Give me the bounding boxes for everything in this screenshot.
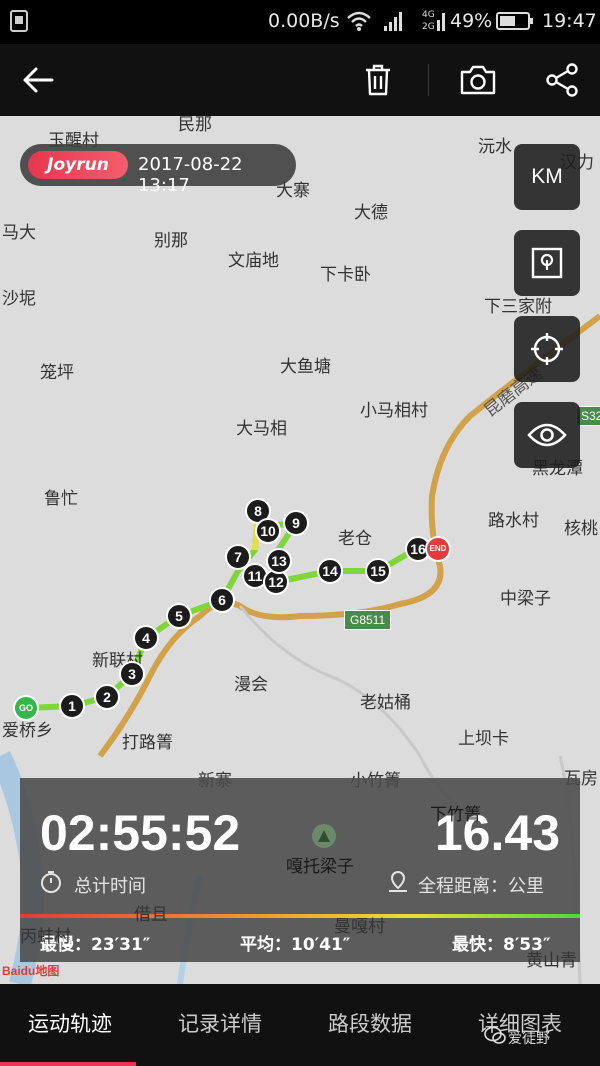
locate-button[interactable] bbox=[514, 316, 580, 382]
delete-button[interactable] bbox=[356, 58, 400, 102]
joyrun-logo: Joyrun bbox=[28, 151, 128, 179]
road-badge: G8511 bbox=[344, 610, 392, 630]
back-arrow-icon bbox=[23, 67, 54, 93]
network-type-bottom: 2G bbox=[422, 22, 435, 32]
total-distance-label: 全程距离：公里 bbox=[418, 876, 544, 897]
route-marker[interactable]: 10 bbox=[255, 518, 281, 544]
place-label: 曼嘎村 bbox=[334, 917, 385, 937]
pace-gradient-bar bbox=[20, 914, 580, 918]
place-label: 路水村 bbox=[488, 511, 539, 531]
toolbar bbox=[0, 44, 600, 116]
map-layer-button[interactable] bbox=[514, 230, 580, 296]
place-label: 沅水 bbox=[478, 137, 512, 157]
network-speed: 0.00B/s bbox=[268, 10, 340, 32]
place-label: 大鱼塘 bbox=[280, 357, 331, 377]
route-marker[interactable]: 6 bbox=[209, 587, 235, 613]
network-type-top: 4G bbox=[422, 10, 435, 20]
location-pin-icon bbox=[389, 870, 407, 892]
unit-toggle-button[interactable]: KM bbox=[514, 144, 580, 210]
battery-icon bbox=[496, 12, 533, 30]
place-label: 核桃 bbox=[564, 519, 598, 539]
battery-percent: 49% bbox=[450, 10, 493, 32]
tab-segment-data[interactable]: 路段数据 bbox=[328, 1008, 412, 1038]
baidu-map-logo: Baidu地图 bbox=[2, 962, 59, 982]
tab-record-details[interactable]: 记录详情 bbox=[178, 1008, 262, 1038]
bottom-tab-bar: 运动轨迹 记录详情 路段数据 详细图表 爱徒野 bbox=[0, 984, 600, 1066]
route-marker[interactable]: 4 bbox=[133, 625, 159, 651]
place-label: 老仓 bbox=[338, 529, 372, 549]
total-time-value: 02:55:52 bbox=[40, 805, 241, 861]
route-marker[interactable]: 15 bbox=[365, 558, 391, 584]
place-label: 下卡卧 bbox=[320, 265, 371, 285]
place-label: 借且 bbox=[134, 905, 168, 925]
share-button[interactable] bbox=[540, 58, 584, 102]
camera-button[interactable] bbox=[456, 58, 500, 102]
active-tab-indicator bbox=[0, 1062, 136, 1066]
landmark-icon bbox=[312, 824, 336, 848]
place-label: 嘎托梁子 bbox=[286, 857, 354, 877]
signal-icon bbox=[384, 12, 402, 31]
wechat-icon bbox=[484, 1026, 506, 1044]
watermark: 爱徒野 bbox=[508, 1031, 550, 1047]
route-marker[interactable]: 5 bbox=[166, 603, 192, 629]
locate-icon bbox=[531, 333, 563, 365]
place-label: 笼坪 bbox=[40, 363, 74, 383]
route-marker[interactable]: 9 bbox=[283, 510, 309, 536]
place-label: 漫会 bbox=[234, 675, 268, 695]
place-label: 马大 bbox=[2, 223, 36, 243]
route-marker[interactable]: 1 bbox=[59, 693, 85, 719]
place-label: 鲁忙 bbox=[44, 489, 78, 509]
route-marker[interactable]: 2 bbox=[94, 684, 120, 710]
total-time-label: 总计时间 bbox=[74, 876, 146, 897]
place-label: 文庙地 bbox=[228, 251, 279, 271]
route-marker[interactable]: 3 bbox=[119, 661, 145, 687]
end-marker[interactable]: END bbox=[425, 536, 451, 562]
clock: 19:47 bbox=[542, 10, 597, 32]
stats-panel: 02:55:52 16.43 总计时间 全程距离：公里 嘎托梁子 下竹箐 最慢：… bbox=[20, 778, 580, 962]
toolbar-divider bbox=[428, 64, 429, 96]
tab-track[interactable]: 运动轨迹 bbox=[28, 1008, 112, 1038]
place-label: 打路箐 bbox=[122, 733, 173, 753]
provider-logo-text: Baidu地图 bbox=[2, 964, 60, 978]
place-label: 大马相 bbox=[236, 419, 287, 439]
place-label: 黄山青 bbox=[526, 951, 577, 971]
signal-icon-2 bbox=[437, 13, 445, 31]
place-label: 大德 bbox=[354, 203, 388, 223]
place-label: 小马相村 bbox=[360, 401, 428, 421]
place-label: 下竹箐 bbox=[430, 805, 481, 825]
visibility-button[interactable] bbox=[514, 402, 580, 468]
status-bar: 0.00B/s 4G 2G 49% 19:47 bbox=[0, 0, 600, 44]
place-label: 中梁子 bbox=[500, 589, 551, 609]
unit-label: KM bbox=[531, 165, 563, 188]
stopwatch-icon bbox=[41, 871, 61, 893]
map-layer-icon bbox=[531, 247, 563, 279]
place-label: 上坝卡 bbox=[458, 729, 509, 749]
screenshot-icon bbox=[10, 10, 28, 32]
place-label: 沙坭 bbox=[2, 289, 36, 309]
place-label: 别那 bbox=[154, 231, 188, 251]
trash-icon bbox=[366, 64, 390, 96]
route-map[interactable]: 玉醒村 民那 沅水 汉力 大寨 马大 大德 别那 文庙地 下卡卧 沙坭 下三家附… bbox=[0, 116, 600, 984]
start-marker[interactable]: GO bbox=[13, 695, 39, 721]
place-label: 丙蚌村 bbox=[20, 927, 71, 947]
route-marker[interactable]: 13 bbox=[266, 548, 292, 574]
place-label: 老姑桶 bbox=[360, 693, 411, 713]
eye-icon bbox=[527, 423, 567, 447]
wifi-icon bbox=[347, 11, 371, 31]
back-button[interactable] bbox=[16, 58, 60, 102]
share-icon bbox=[546, 63, 578, 97]
place-label: 民那 bbox=[178, 116, 212, 135]
record-header: Joyrun 2017-08-22 13:17 bbox=[20, 144, 296, 196]
camera-icon bbox=[460, 65, 496, 95]
record-datetime: 2017-08-22 13:17 bbox=[138, 154, 243, 196]
route-marker[interactable]: 14 bbox=[317, 558, 343, 584]
